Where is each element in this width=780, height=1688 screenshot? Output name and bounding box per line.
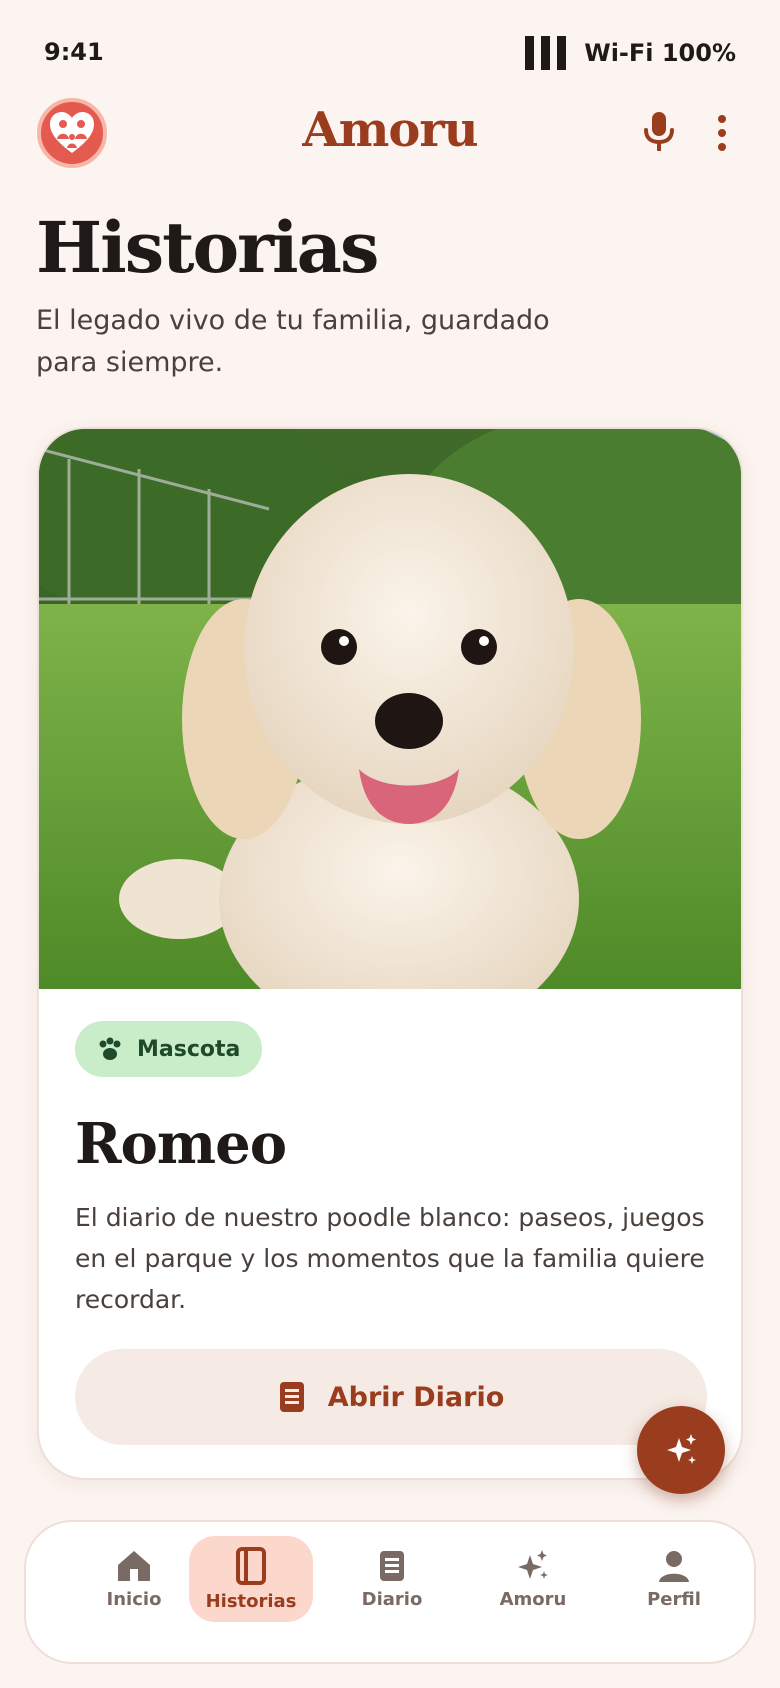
book-icon — [279, 1382, 304, 1412]
nav-item-amoru[interactable]: Amoru — [471, 1536, 595, 1622]
page-title: Historias — [36, 206, 379, 289]
nav-label-historias: Historias — [205, 1590, 297, 1612]
nav-item-diario[interactable]: Diario — [330, 1536, 454, 1622]
signal-icon — [525, 36, 567, 70]
nav-item-historias[interactable]: Historias — [189, 1536, 313, 1622]
nav-label-amoru: Amoru — [499, 1588, 567, 1610]
app-bar: Amoru — [0, 92, 780, 172]
bottom-nav: Inicio Historias Diario Amoru Perfil — [24, 1520, 756, 1664]
more-vertical-icon[interactable] — [706, 112, 738, 154]
nav-label-perfil: Perfil — [647, 1588, 701, 1610]
connectivity-text: Wi-Fi 100% — [584, 39, 736, 67]
nav-label-diario: Diario — [361, 1588, 423, 1610]
sparkles-icon — [667, 1434, 696, 1464]
sparkles-icon — [518, 1549, 548, 1579]
journal-icon — [380, 1550, 404, 1581]
status-bar: 9:41 Wi-Fi 100% — [0, 0, 780, 100]
status-time: 9:41 — [44, 38, 104, 66]
story-image — [39, 429, 741, 989]
page-subtitle: El legado vivo de tu familia, guardado p… — [36, 305, 550, 378]
nav-item-inicio[interactable]: Inicio — [72, 1536, 196, 1622]
nav-label-inicio: Inicio — [106, 1588, 162, 1610]
open-diary-button[interactable]: Abrir Diario — [75, 1349, 707, 1445]
book-open-icon — [236, 1546, 266, 1585]
paw-icon — [99, 1037, 121, 1060]
story-title: Romeo — [75, 1111, 287, 1177]
story-description: El diario de nuestro poodle blanco: pase… — [75, 1203, 705, 1314]
person-icon — [659, 1550, 689, 1582]
sparkles-fab-button[interactable] — [637, 1406, 725, 1494]
nav-item-perfil[interactable]: Perfil — [612, 1536, 736, 1622]
home-icon — [118, 1550, 150, 1581]
status-indicators: Wi-Fi 100% — [525, 36, 736, 70]
category-chip: Mascota — [75, 1021, 263, 1077]
mic-icon[interactable] — [640, 110, 678, 154]
story-card[interactable]: Mascota Romeo El diario de nuestro poodl… — [37, 427, 743, 1480]
category-label: Mascota — [137, 1036, 241, 1062]
open-diary-label: Abrir Diario — [327, 1381, 505, 1413]
